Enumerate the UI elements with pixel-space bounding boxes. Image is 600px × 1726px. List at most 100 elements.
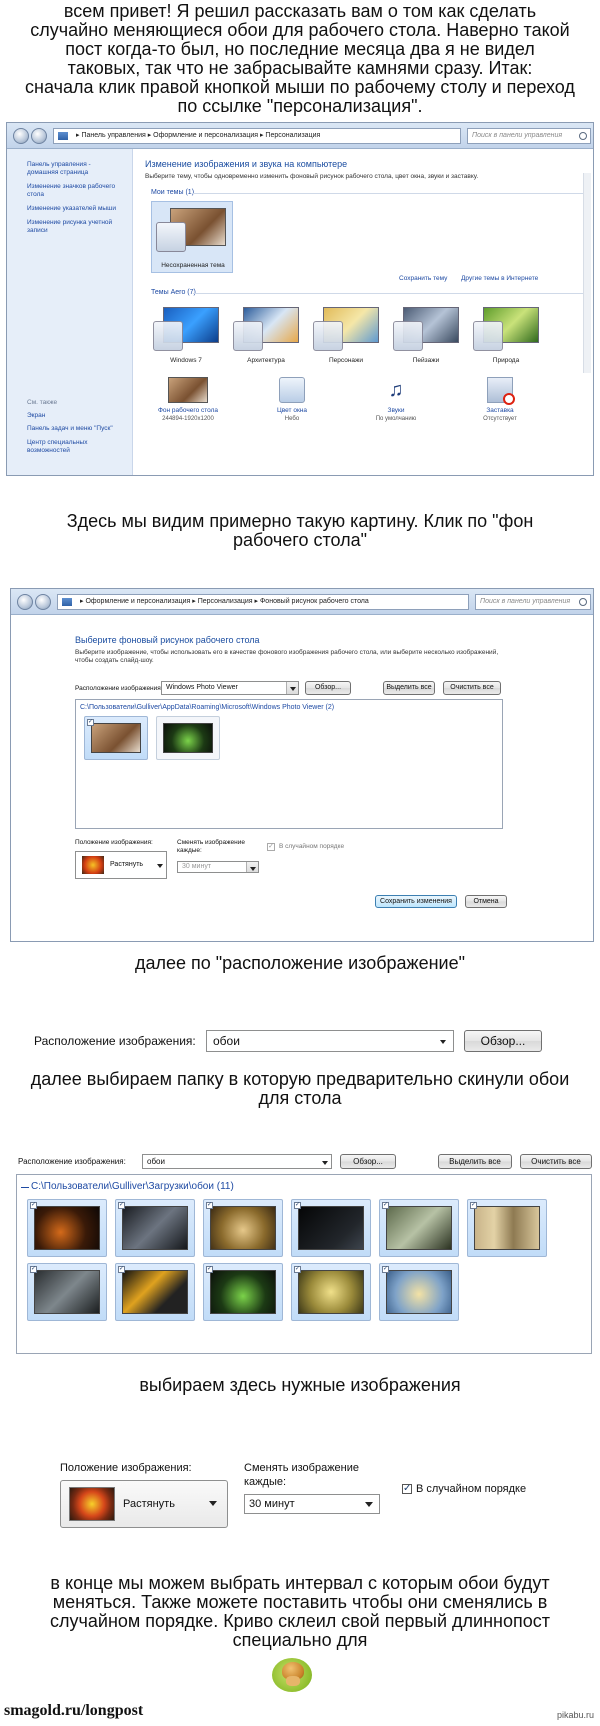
wallpaper-image [34,1206,100,1250]
search-icon [579,132,587,140]
save-changes-button[interactable]: Сохранить изменения [375,895,457,908]
sidebar-link-mouse-pointers[interactable]: Изменение указателей мыши [27,205,116,213]
wallpaper-thumb[interactable]: ✓ [291,1199,371,1257]
see-also-accessibility[interactable]: Центр специальных [27,439,87,447]
wallpaper-thumb[interactable]: ✓ [379,1199,459,1257]
interval-select[interactable]: 30 минут [244,1494,380,1514]
browse-button[interactable]: Обзор... [305,681,351,695]
clear-all-button[interactable]: Очистить все [443,681,501,695]
wallpaper-checkbox[interactable]: ✓ [87,719,94,726]
location-select[interactable]: обои [142,1154,332,1169]
sidebar-link-home[interactable]: Панель управления - [27,161,91,169]
wallpaper-checkbox[interactable]: ✓ [470,1202,477,1209]
breadcrumb[interactable]: ▸ Оформление и персонализация ▸ Персонал… [57,594,469,610]
shuffle-checkbox[interactable]: ✓ [402,1484,412,1494]
interval-label-2: каждые: [177,847,202,854]
wallpaper-image [210,1206,276,1250]
wallpaper-checkbox[interactable]: ✓ [206,1266,213,1273]
wallpaper-checkbox[interactable]: ✓ [118,1266,125,1273]
flower-icon [69,1487,115,1521]
cancel-button[interactable]: Отмена [465,895,507,908]
location-select[interactable]: обои [206,1030,454,1052]
location-label: Расположение изображения: [34,1034,196,1048]
sidebar-link-desktop-icons-2[interactable]: стола [27,191,44,199]
wallpaper-thumb[interactable]: ✓ [203,1263,283,1321]
unsaved-theme-tile[interactable]: Несохраненная тема [151,201,233,273]
heading-rule [21,1187,29,1188]
search-input[interactable]: Поиск в панели управления [467,128,591,144]
wallpaper-thumb[interactable]: ✓ [27,1263,107,1321]
theme-scrollbar[interactable] [583,173,591,373]
sidebar-link-account-picture-2[interactable]: записи [27,227,48,235]
theme-chip [153,321,183,351]
forward-button[interactable] [31,128,47,144]
wallpaper-thumb[interactable]: ✓ [115,1199,195,1257]
sidebar-link-desktop-icons[interactable]: Изменение значков рабочего [27,183,115,191]
wallpaper-checkbox[interactable]: ✓ [206,1202,213,1209]
forward-button[interactable] [35,594,51,610]
screensaver-link[interactable]: Заставка Отсутствует [460,377,540,422]
sidebar-link-home-2[interactable]: домашняя страница [27,169,88,177]
theme-windows7[interactable]: Windows 7 [151,303,221,369]
save-theme-link[interactable]: Сохранить тему [399,275,447,282]
aero-themes-heading: Темы Aero (7) [151,289,196,296]
position-select[interactable]: Растянуть [60,1480,228,1528]
screensaver-sub: Отсутствует [483,416,517,422]
sounds-link[interactable]: ♫ Звуки По умолчанию [356,377,436,422]
see-also-accessibility-2[interactable]: возможностей [27,447,70,455]
wallpaper-checkbox[interactable]: ✓ [118,1202,125,1209]
browse-button[interactable]: Обзор... [340,1154,396,1169]
screensaver-icon [487,377,515,405]
wallpaper-image [386,1206,452,1250]
wallpaper-thumb[interactable]: ✓ [203,1199,283,1257]
wallpaper-thumb[interactable]: ✓ [291,1263,371,1321]
select-all-button[interactable]: Выделить все [438,1154,512,1169]
caption-1: Здесь мы видим примерно такую картину. К… [0,512,600,550]
desktop-background-icon [168,377,208,403]
shuffle-checkbox[interactable]: ✓ [267,843,275,851]
back-button[interactable] [17,594,33,610]
theme-characters[interactable]: Персонажи [311,303,381,369]
window-color-link[interactable]: Цвет окна Небо [252,377,332,422]
desktop-background-window: ▸ Оформление и персонализация ▸ Персонал… [10,588,594,942]
clear-all-button[interactable]: Очистить все [520,1154,592,1169]
wallpaper-thumb[interactable] [156,716,220,760]
see-also-display[interactable]: Экран [27,412,45,420]
unsaved-theme-chip [156,222,186,252]
position-select[interactable]: Растянуть [75,851,167,879]
caption-line: далее выбираем папку в которую предварит… [30,1069,570,1089]
location-value: обои [213,1034,240,1048]
wallpaper-checkbox[interactable]: ✓ [294,1266,301,1273]
back-button[interactable] [13,128,29,144]
wallpaper-thumb[interactable]: ✓ [379,1263,459,1321]
wallpaper-thumb[interactable]: ✓ [467,1199,547,1257]
wallpaper-thumb[interactable]: ✓ [84,716,148,760]
wallpaper-checkbox[interactable]: ✓ [30,1202,37,1209]
search-input[interactable]: Поиск в панели управления [475,594,591,610]
browse-button[interactable]: Обзор... [464,1030,542,1052]
theme-label: Природа [492,357,520,364]
theme-nature[interactable]: Природа [471,303,541,369]
select-all-button[interactable]: Выделить все [383,681,435,695]
location-label: Расположение изображения: [18,1157,126,1166]
theme-architecture[interactable]: Архитектура [231,303,301,369]
interval-value: 30 минут [182,863,212,870]
breadcrumb[interactable]: ▸ Панель управления ▸ Оформление и персо… [53,128,461,144]
location-select[interactable]: Windows Photo Viewer [161,681,299,695]
desktop-background-link[interactable]: Фон рабочего стола 244894-1920x1200 [148,377,228,422]
interval-select[interactable]: 30 минут [177,861,259,873]
wallpaper-thumb[interactable]: ✓ [27,1199,107,1257]
intro-line: случайно меняющиеся обои для рабочего ст… [30,20,570,40]
wallpaper-thumb[interactable]: ✓ [115,1263,195,1321]
search-placeholder: Поиск в панели управления [472,132,563,139]
wallpaper-checkbox[interactable]: ✓ [294,1202,301,1209]
divider [193,293,583,294]
sidebar-link-account-picture[interactable]: Изменение рисунка учетной [27,219,112,227]
wallpaper-checkbox[interactable]: ✓ [382,1202,389,1209]
caption-line: случайном порядке. Криво склеил свой пер… [50,1611,550,1631]
other-themes-link[interactable]: Другие темы в Интернете [461,275,538,282]
see-also-taskbar[interactable]: Панель задач и меню "Пуск" [27,425,113,433]
wallpaper-checkbox[interactable]: ✓ [382,1266,389,1273]
theme-landscapes[interactable]: Пейзажи [391,303,461,369]
wallpaper-checkbox[interactable]: ✓ [30,1266,37,1273]
